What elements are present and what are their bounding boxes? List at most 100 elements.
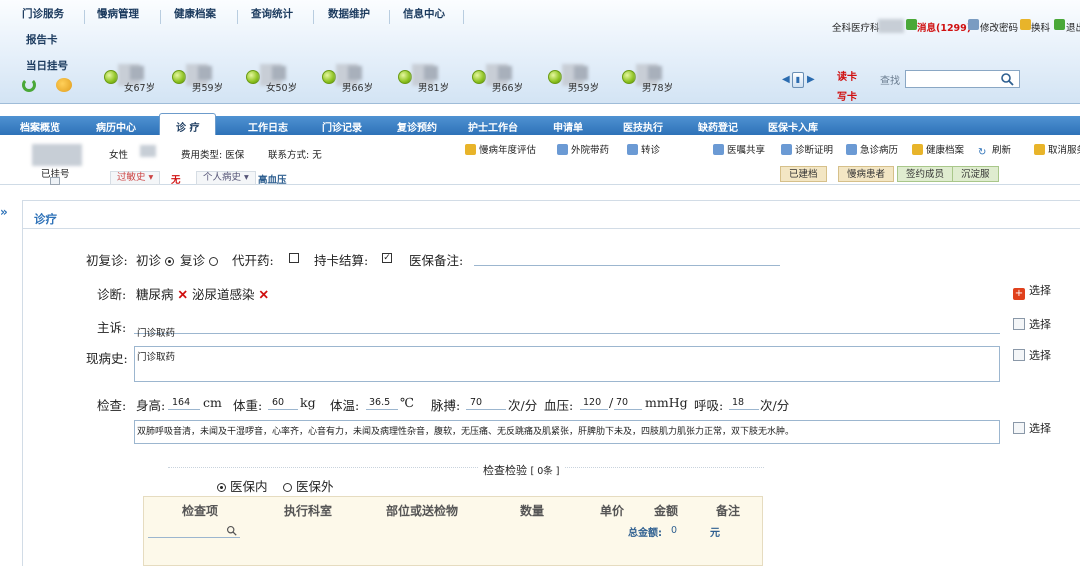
weight-value[interactable]: 60 bbox=[272, 397, 284, 408]
patient-age: 男81岁 bbox=[418, 83, 450, 94]
height-value[interactable]: 164 bbox=[172, 397, 190, 408]
card-settle-label: 持卡结算: bbox=[314, 253, 369, 268]
col-quantity: 数量 bbox=[520, 504, 545, 518]
revisit-radio[interactable] bbox=[209, 257, 218, 266]
document-icon bbox=[627, 144, 638, 155]
remove-icon[interactable]: ✕ bbox=[259, 287, 269, 302]
search-icon[interactable] bbox=[1000, 72, 1014, 86]
bp-systolic-value[interactable]: 120 bbox=[583, 397, 601, 408]
col-dept: 执行科室 bbox=[284, 504, 333, 518]
temperature-value[interactable]: 36.5 bbox=[369, 397, 390, 408]
insurance-in-option[interactable]: 医保内 bbox=[217, 476, 268, 495]
patient-name-redacted bbox=[32, 144, 82, 166]
proxy-checkbox[interactable] bbox=[289, 253, 299, 263]
tab-insurance-card[interactable]: 医保卡入库 bbox=[768, 119, 818, 134]
pulse-value[interactable]: 70 bbox=[470, 397, 482, 408]
switch-icon bbox=[1020, 19, 1031, 30]
referral-button[interactable]: 转诊 bbox=[627, 142, 660, 156]
bp-diastolic-value[interactable]: 70 bbox=[616, 397, 628, 408]
tab-application[interactable]: 申请单 bbox=[553, 119, 583, 134]
tab-drug-shortage[interactable]: 缺药登记 bbox=[698, 119, 738, 134]
menu-chronic[interactable]: 慢病管理 bbox=[97, 6, 139, 21]
insurance-in-radio[interactable] bbox=[217, 483, 226, 492]
today-registration-label: 当日挂号 bbox=[26, 60, 68, 72]
refresh-icon[interactable] bbox=[22, 78, 36, 92]
tab-medtech-exec[interactable]: 医技执行 bbox=[623, 119, 663, 134]
insurance-out-radio[interactable] bbox=[283, 483, 292, 492]
chronic-eval-button[interactable]: 慢病年度评估 bbox=[465, 142, 536, 156]
remove-icon[interactable]: ✕ bbox=[178, 287, 188, 302]
tab-record-overview[interactable]: 档案概览 bbox=[20, 119, 60, 134]
insurance-out-option[interactable]: 医保外 bbox=[283, 476, 334, 495]
search-label: 查找 bbox=[880, 76, 900, 87]
switch-dept-link[interactable]: 换科 bbox=[1031, 20, 1050, 34]
tab-outpatient-records[interactable]: 门诊记录 bbox=[322, 119, 362, 134]
tab-medical-records[interactable]: 病历中心 bbox=[96, 119, 136, 134]
expand-arrow-icon[interactable]: » bbox=[0, 205, 8, 219]
respiration-value[interactable]: 18 bbox=[732, 397, 744, 408]
read-card-button[interactable]: 读卡 bbox=[837, 68, 857, 83]
exit-link[interactable]: 退出 bbox=[1066, 20, 1080, 34]
total-unit: 元 bbox=[710, 528, 720, 539]
patient-age: 男78岁 bbox=[642, 83, 674, 94]
col-site: 部位或送检物 bbox=[386, 504, 459, 518]
write-card-button[interactable]: 写卡 bbox=[837, 88, 857, 103]
first-visit-option[interactable]: 初诊 bbox=[136, 250, 174, 269]
first-visit-radio[interactable] bbox=[165, 257, 174, 266]
pager-icon[interactable]: ▮ bbox=[792, 72, 804, 88]
section-title: 诊疗 bbox=[34, 212, 57, 226]
tag-filed: 已建档 bbox=[780, 166, 827, 182]
menu-statistics[interactable]: 查询统计 bbox=[251, 6, 293, 21]
cancel-service-button[interactable]: 取消服务 bbox=[1034, 142, 1080, 156]
lab-search-input[interactable] bbox=[148, 537, 240, 538]
messages-link[interactable]: 消息(1299) bbox=[917, 20, 971, 34]
present-history-value: 门诊取药 bbox=[137, 352, 176, 363]
complaint-value: 门诊取药 bbox=[137, 328, 176, 339]
insurance-note-input[interactable] bbox=[474, 265, 780, 266]
allergy-dropdown[interactable]: 过敏史 ▾ bbox=[110, 171, 161, 185]
history-value: 高血压 bbox=[258, 175, 287, 186]
search-icon[interactable] bbox=[226, 525, 237, 536]
respiration-label: 呼吸: bbox=[694, 398, 724, 413]
order-share-button[interactable]: 医嘱共享 bbox=[713, 142, 765, 156]
exam-select-button[interactable]: 选择 bbox=[1013, 420, 1051, 436]
revisit-option[interactable]: 复诊 bbox=[180, 250, 218, 269]
change-password-link[interactable]: 修改密码 bbox=[980, 20, 1018, 34]
bp-label: 血压: bbox=[544, 398, 574, 413]
history-dropdown[interactable]: 个人病史 ▾ bbox=[196, 171, 256, 185]
next-arrow-icon[interactable]: ▶ bbox=[807, 74, 815, 85]
menu-health-record[interactable]: 健康档案 bbox=[174, 6, 216, 21]
dept-label: 全科医疗科 bbox=[832, 23, 880, 34]
patient-age-redacted bbox=[140, 145, 156, 157]
users-icon[interactable] bbox=[56, 78, 72, 92]
report-card-menu[interactable]: 报告卡 bbox=[26, 32, 58, 47]
document-icon bbox=[846, 144, 857, 155]
tab-work-log[interactable]: 工作日志 bbox=[248, 119, 288, 134]
menu-data[interactable]: 数据维护 bbox=[328, 6, 370, 21]
complaint-input[interactable] bbox=[134, 333, 1000, 334]
pulse-unit: 次/分 bbox=[508, 398, 538, 413]
tab-revisit-appointment[interactable]: 复诊预约 bbox=[397, 119, 437, 134]
diagnosis-certificate-button[interactable]: 诊断证明 bbox=[781, 142, 833, 156]
complaint-select-button[interactable]: 选择 bbox=[1013, 316, 1051, 332]
present-history-input[interactable] bbox=[134, 346, 1000, 382]
history-select-button[interactable]: 选择 bbox=[1013, 347, 1051, 363]
refresh-button[interactable]: ↻ 刷新 bbox=[978, 142, 1011, 158]
diagnosis-item: 泌尿道感染 ✕ bbox=[192, 287, 269, 302]
emergency-record-button[interactable]: 急诊病历 bbox=[846, 142, 898, 156]
menu-outpatient[interactable]: 门诊服务 bbox=[22, 6, 64, 21]
user-icon bbox=[912, 144, 923, 155]
weight-unit: kg bbox=[300, 395, 316, 410]
menu-info[interactable]: 信息中心 bbox=[403, 6, 445, 21]
patient-age: 男66岁 bbox=[342, 83, 374, 94]
total-value: 0 bbox=[671, 525, 678, 536]
tag-chronic: 慢病患者 bbox=[838, 166, 895, 182]
card-settle-checkbox[interactable]: ✓ bbox=[382, 253, 392, 263]
prev-arrow-icon[interactable]: ◀ bbox=[782, 74, 790, 85]
patient-age: 男66岁 bbox=[492, 83, 524, 94]
tab-treatment[interactable]: 诊 疗 bbox=[159, 113, 217, 135]
external-drug-button[interactable]: 外院带药 bbox=[557, 142, 609, 156]
diagnosis-select-button[interactable]: + 选择 bbox=[1013, 282, 1051, 300]
tab-nurse-station[interactable]: 护士工作台 bbox=[468, 119, 518, 134]
health-record-button[interactable]: 健康档案 bbox=[912, 142, 964, 156]
